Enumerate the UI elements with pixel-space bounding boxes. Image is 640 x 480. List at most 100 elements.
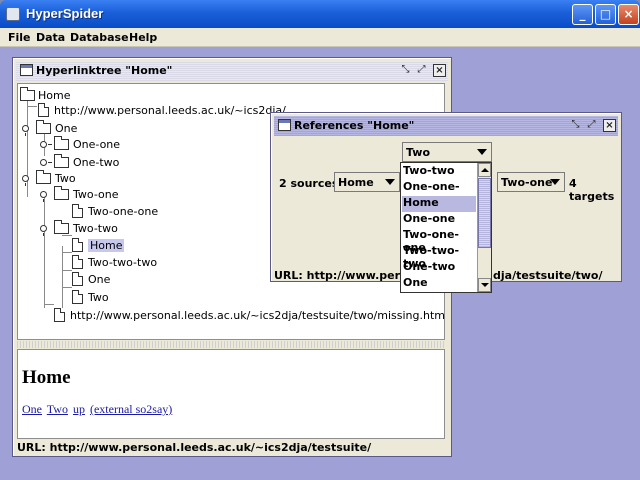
page-icon [54,308,65,322]
link-one[interactable]: One [22,402,42,416]
folder-icon [36,170,51,184]
tree-line [62,287,72,288]
folder-icon [20,87,35,101]
tree-line [44,304,54,305]
preview-links: One Two up (external so2say) [22,402,174,417]
hyperlinktree-title: Hyperlinktree "Home" [36,64,177,77]
tree-node-label: Two-one [73,188,119,201]
chevron-down-icon [550,179,560,185]
tree-line [44,192,45,308]
targets-combo-value: Two-one [501,176,553,189]
tree-node-label: Two [88,291,109,304]
page-icon [72,204,83,218]
dropdown-scrollbar[interactable] [477,163,491,292]
tree-node-label: http://www.personal.leeds.ac.uk/~ics2dja… [70,309,445,322]
references-status-right: dja/testsuite/two/ [493,269,603,282]
scroll-up-icon[interactable] [478,163,491,177]
maximize-frame-icon[interactable]: ⤢ [415,64,428,77]
hyperlinktree-status: URL: http://www.personal.leeds.ac.uk/~ic… [17,441,372,454]
tree-node-label: Two-one-one [88,205,159,218]
expand-handle-icon[interactable] [40,191,47,202]
close-frame-icon[interactable]: × [433,64,446,77]
targets-combo[interactable]: Two-one [497,172,565,192]
folder-icon [54,220,69,234]
tree-line [62,252,72,253]
minimize-frame-icon[interactable]: ⤡ [399,64,412,77]
dropdown-option[interactable]: One-one-one [402,180,476,206]
split-pane-divider[interactable] [17,341,445,348]
sources-count: 2 sources [279,177,339,190]
preview-heading: Home [22,367,71,388]
tree-node-label: Two [55,172,76,185]
sources-combo[interactable]: Home [334,172,400,192]
maximize-frame-icon[interactable]: ⤢ [585,119,598,132]
tree-line [27,106,37,107]
app-title: HyperSpider [26,6,104,21]
tree-node-label-selected: Home [88,239,125,252]
menu-file[interactable]: File [8,31,31,44]
maximize-button[interactable]: □ [595,4,616,25]
expand-handle-icon[interactable] [22,175,29,186]
dropdown-option[interactable]: One-one [402,212,476,228]
menu-database[interactable]: Database [70,31,129,44]
dropdown-option[interactable]: Two-two-two [402,244,476,270]
folder-icon [54,154,69,168]
close-frame-icon[interactable]: × [603,119,616,132]
app-icon [6,7,20,21]
tree-line [27,99,28,197]
menu-help[interactable]: Help [129,31,157,44]
html-preview-pane: Home One Two up (external so2say) [17,349,445,439]
folder-icon [54,186,69,200]
menu-bar: File Data Database Help [0,28,640,47]
dropdown-option-highlighted[interactable]: Home [402,196,476,212]
folder-icon [54,136,69,150]
minimize-frame-icon[interactable]: ⤡ [569,119,582,132]
dropdown-option[interactable]: Two-one-one [402,228,476,254]
link-up[interactable]: up [73,402,85,416]
close-button[interactable]: × [618,4,639,25]
scroll-thumb[interactable] [478,178,491,248]
link-external[interactable]: (external so2say) [90,402,172,416]
page-icon [38,103,49,117]
targets-count: 4 targets [569,177,615,203]
collapse-handle-icon[interactable] [40,141,52,148]
collapse-handle-icon[interactable] [40,159,52,166]
tree-node-label: Two-two [73,222,118,235]
desktop-area: Hyperlinktree "Home" ⤡ ⤢ × Home http://w… [0,47,640,480]
link-two[interactable]: Two [47,402,68,416]
references-title: References "Home" [294,119,419,132]
scroll-down-icon[interactable] [478,278,491,292]
references-titlebar[interactable]: References "Home" ⤡ ⤢ × [274,116,618,136]
tree-node-label: Home [38,89,71,102]
page-icon [72,272,83,286]
tree-line [62,270,72,271]
tree-node-label: One-two [73,156,120,169]
frame-icon [278,119,291,131]
tree-line [62,235,72,236]
chevron-down-icon [385,179,395,185]
tree-node-label: http://www.personal.leeds.ac.uk/~ics2dja… [54,104,286,117]
tree-node-label: One-one [73,138,121,151]
dropdown-option[interactable]: One [402,276,476,292]
tree-node-label: Two-two-two [88,256,158,269]
expand-handle-icon[interactable] [40,225,47,236]
tree-node-label: One [55,122,78,135]
minimize-button[interactable]: _ [572,4,593,25]
hyperlinktree-titlebar[interactable]: Hyperlinktree "Home" ⤡ ⤢ × [16,61,448,81]
chevron-down-icon [477,149,487,155]
dropdown-option[interactable]: One-two [402,260,476,276]
sources-combo-value: Home [338,176,374,189]
expand-handle-icon[interactable] [22,125,29,136]
page-combo[interactable]: Two [402,142,492,162]
page-icon [72,238,83,252]
page-combo-value: Two [406,146,431,159]
menu-data[interactable]: Data [36,31,65,44]
frame-icon [20,64,33,76]
dropdown-option[interactable]: Two-two [402,164,476,180]
app-titlebar: HyperSpider _ □ × [0,0,640,28]
page-icon [72,290,83,304]
tree-node-label: One [88,273,111,286]
page-icon [72,255,83,269]
folder-icon [36,120,51,134]
page-combo-dropdown[interactable]: Two-two One-one-one Home One-one Two-one… [400,162,492,293]
